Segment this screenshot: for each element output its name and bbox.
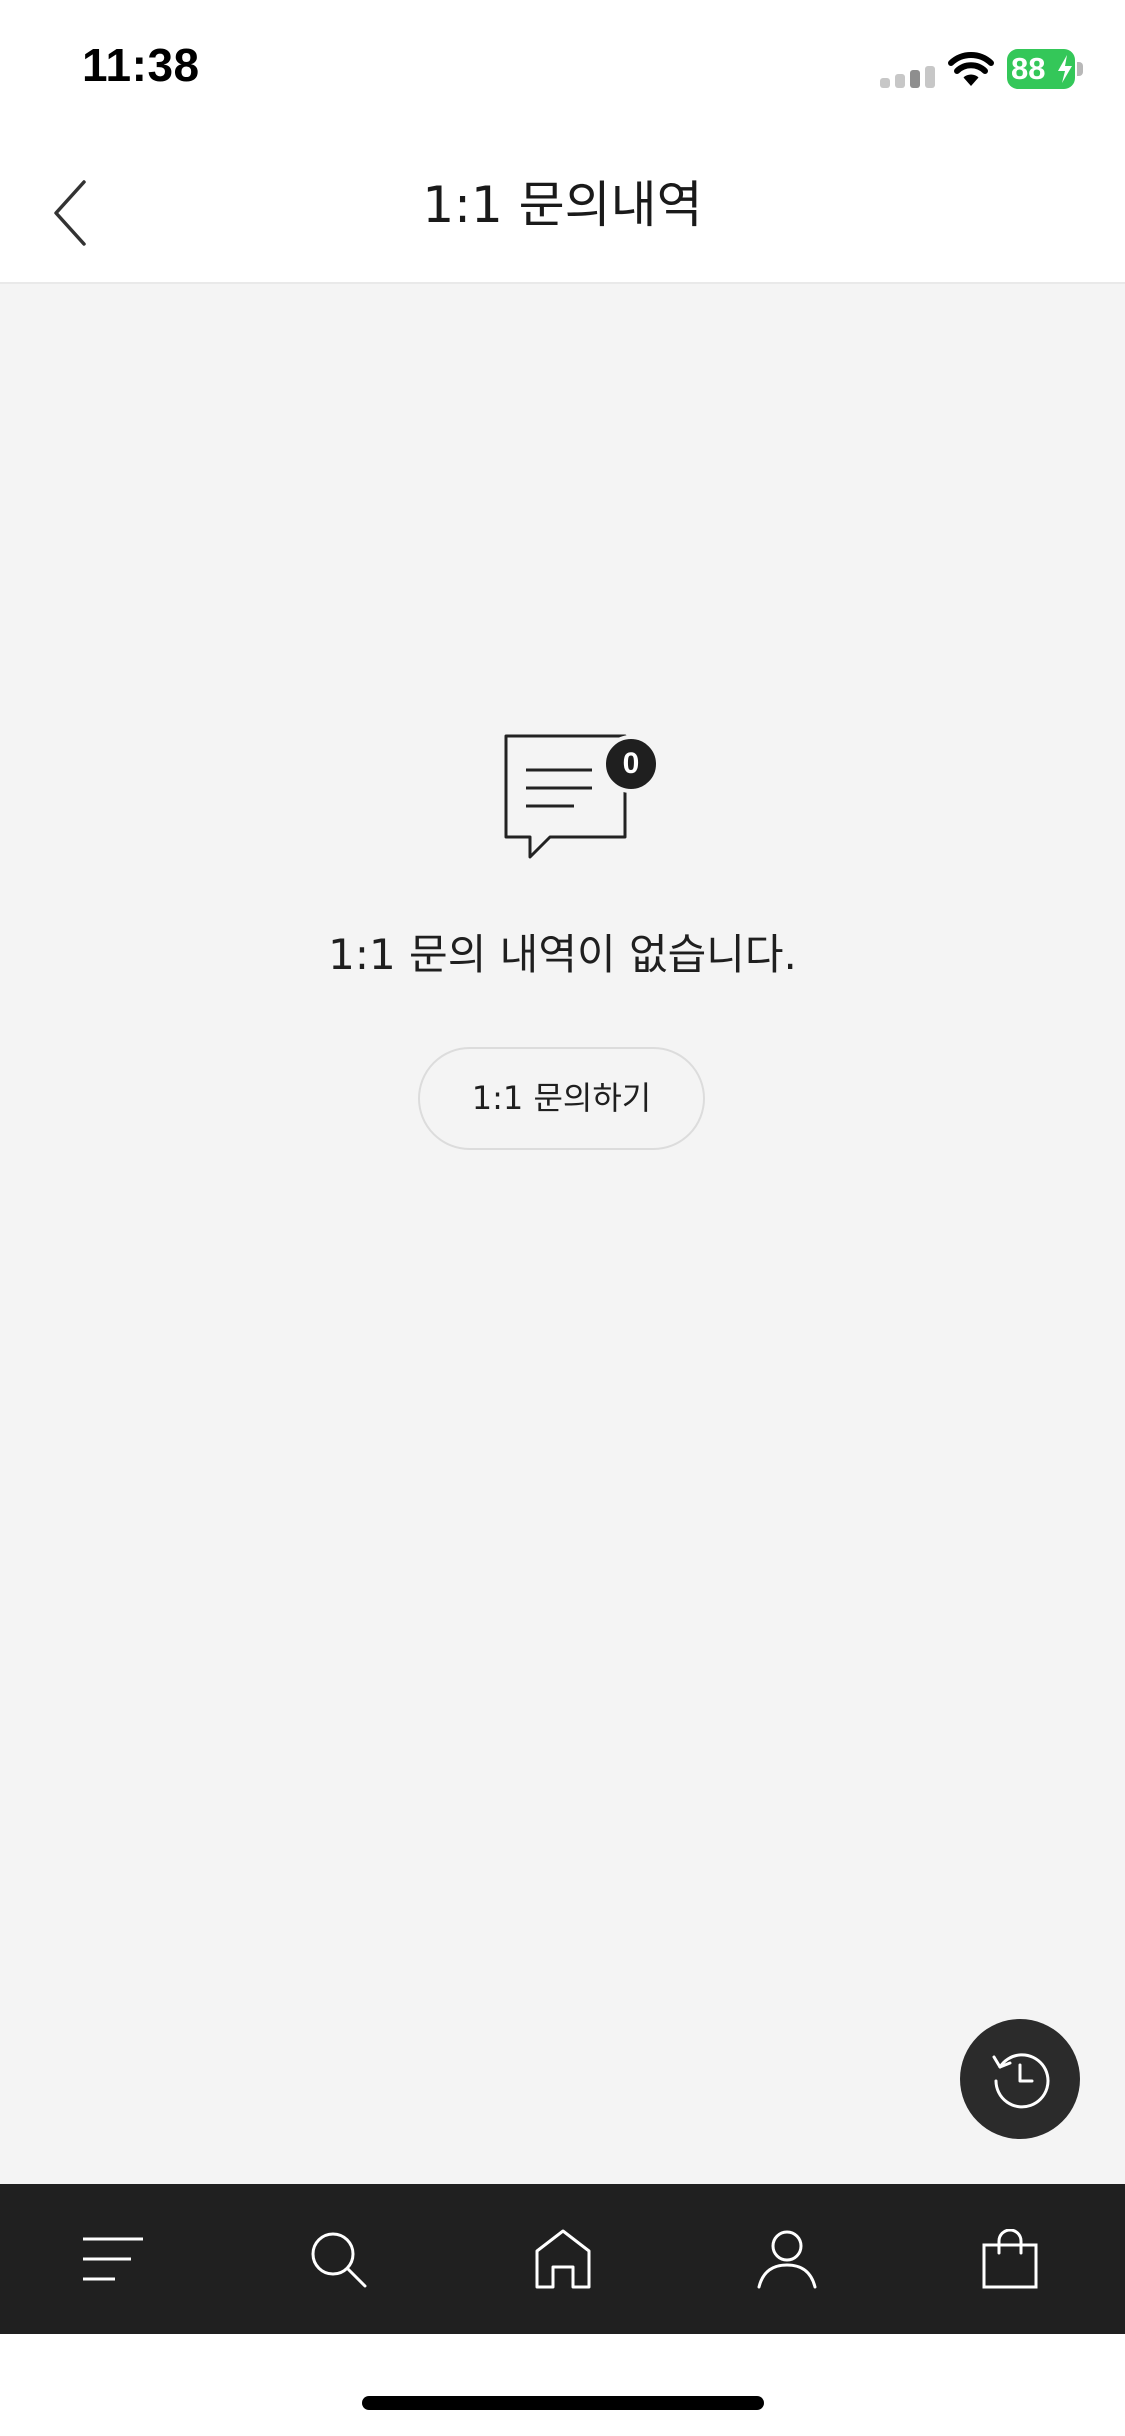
search-icon [311, 2232, 367, 2288]
tab-my-account[interactable] [712, 2184, 862, 2334]
empty-message: 1:1 문의 내역이 없습니다. [328, 930, 797, 979]
signal-icon [880, 66, 935, 88]
home-indicator-area [0, 2334, 1125, 2436]
charging-bolt-icon [1058, 55, 1072, 83]
header: 1:1 문의내역 [0, 140, 1125, 284]
status-time: 11:38 [82, 39, 200, 91]
user-icon [757, 2230, 817, 2289]
battery-cap [1077, 62, 1083, 76]
tab-home[interactable] [488, 2184, 638, 2334]
status-bar: 11:38 88 [0, 0, 1125, 140]
home-indicator[interactable] [362, 2396, 764, 2410]
inquiry-count-badge: 0 [602, 735, 660, 793]
tab-search[interactable] [263, 2184, 413, 2334]
battery-level: 88 [1011, 51, 1046, 86]
back-button[interactable] [36, 170, 106, 250]
home-icon [535, 2229, 591, 2289]
recent-history-button[interactable] [960, 2019, 1080, 2139]
chevron-left-icon [54, 180, 86, 246]
wifi-icon [948, 52, 994, 86]
new-inquiry-button[interactable]: 1:1 문의하기 [418, 1047, 705, 1150]
tab-cart[interactable] [935, 2184, 1085, 2334]
menu-icon [83, 2237, 143, 2281]
page-title: 1:1 문의내역 [422, 176, 703, 234]
battery-icon: 88 [1007, 49, 1083, 89]
tab-menu[interactable] [38, 2184, 188, 2334]
bottom-tab-bar [0, 2184, 1125, 2334]
shopping-bag-icon [982, 2229, 1038, 2289]
history-icon [992, 2053, 1050, 2109]
